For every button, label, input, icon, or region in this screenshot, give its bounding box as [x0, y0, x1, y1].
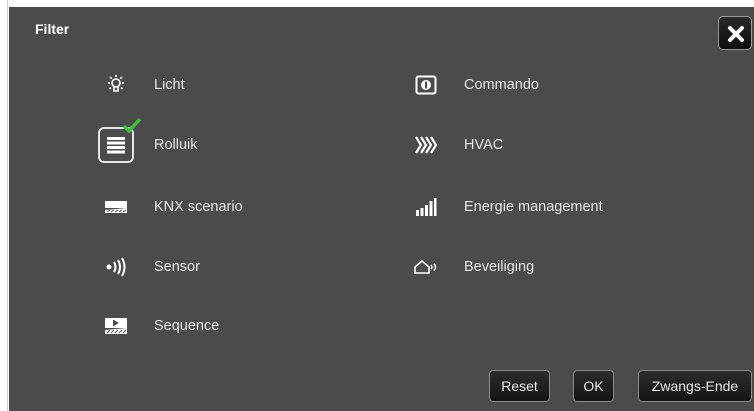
filter-item-label: Beveiliging: [464, 259, 535, 275]
filter-item-sensor[interactable]: Sensor: [96, 247, 200, 287]
filter-item-licht[interactable]: Licht: [96, 65, 185, 105]
light-bulb-icon: [96, 65, 136, 105]
top-strip: [0, 0, 754, 7]
force-end-button[interactable]: Zwangs-Ende: [638, 370, 752, 402]
filter-item-sequence[interactable]: Sequence: [96, 306, 219, 346]
energy-bars-icon: [406, 187, 446, 227]
filter-item-label: KNX scenario: [154, 199, 243, 215]
filter-item-rolluik[interactable]: Rolluik: [96, 117, 198, 165]
filter-item-commando[interactable]: Commando: [406, 65, 539, 105]
filter-item-knx-scenario[interactable]: KNX scenario: [96, 187, 243, 227]
reset-button[interactable]: Reset: [489, 370, 550, 402]
filter-item-label: Sequence: [154, 318, 220, 334]
knx-scenario-icon: [96, 187, 136, 227]
ok-button[interactable]: OK: [573, 370, 614, 402]
commando-icon: [406, 65, 446, 105]
left-strip: [0, 0, 9, 411]
sensor-icon: [96, 247, 136, 287]
sequence-icon: [96, 306, 136, 346]
hvac-icon: [406, 125, 446, 165]
rolluik-icon: [98, 117, 142, 163]
close-button[interactable]: [718, 16, 752, 50]
filter-item-label: HVAC: [464, 137, 504, 153]
filter-item-beveiliging[interactable]: Beveiliging: [406, 247, 534, 287]
checkmark-icon: [122, 117, 142, 134]
filter-item-hvac[interactable]: HVAC: [406, 125, 503, 165]
filter-item-label: Commando: [464, 77, 539, 93]
dialog-title: Filter: [35, 21, 70, 37]
close-icon: [728, 26, 744, 42]
filter-item-label: Sensor: [154, 259, 200, 275]
security-icon: [406, 247, 446, 287]
filter-item-label: Licht: [154, 77, 185, 93]
filter-item-energie-management[interactable]: Energie management: [406, 187, 603, 227]
filter-item-label: Rolluik: [154, 137, 198, 153]
filter-item-label: Energie management: [464, 199, 603, 215]
